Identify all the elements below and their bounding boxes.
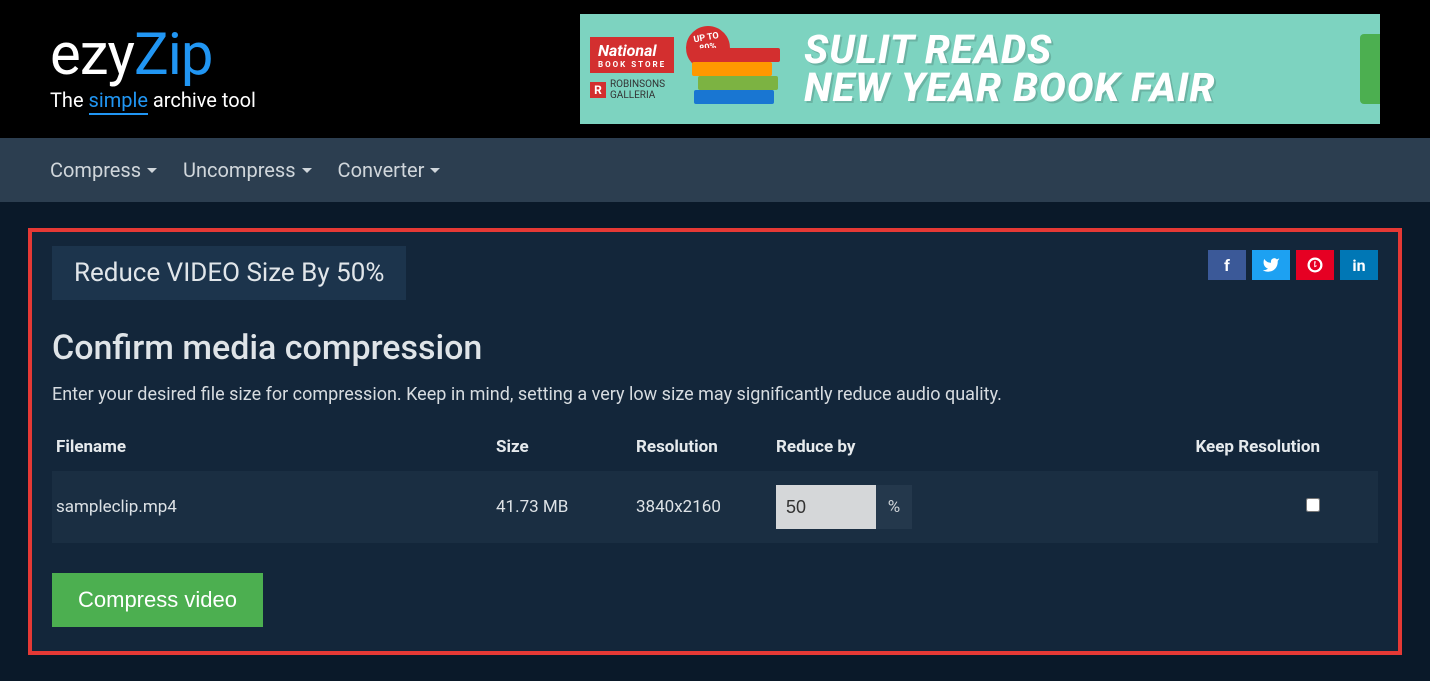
col-header-resolution: Resolution xyxy=(636,437,776,457)
main-content: Reduce VIDEO Size By 50% f in Confirm me… xyxy=(0,202,1430,681)
col-header-keep-resolution: Keep Resolution xyxy=(1176,437,1374,457)
ad-books-graphic: UP TO 80% OFF xyxy=(694,34,784,104)
ad-badge-robinsons-sub: GALLERIA xyxy=(610,90,655,101)
ad-title: SULIT READS NEW YEAR BOOK FAIR xyxy=(804,31,1215,107)
linkedin-icon: in xyxy=(1352,256,1365,275)
reduce-unit-label: % xyxy=(876,485,912,529)
tagline-highlight: simple xyxy=(89,88,148,115)
book-icon xyxy=(692,62,772,76)
cell-filename: sampleclip.mp4 xyxy=(56,497,496,517)
cell-keep-resolution xyxy=(1176,497,1374,517)
twitter-icon xyxy=(1262,256,1280,274)
logo-suffix: Zip xyxy=(134,21,212,89)
page-title: Confirm media compression xyxy=(52,328,1378,368)
shop-tag-icon xyxy=(1360,34,1380,104)
logo-text: ezyZip xyxy=(50,26,256,84)
col-header-filename: Filename xyxy=(56,437,496,457)
chevron-down-icon xyxy=(302,168,312,173)
ad-badge-national: National BOOK STORE xyxy=(590,37,674,73)
book-icon xyxy=(694,90,774,104)
chevron-down-icon xyxy=(430,168,440,173)
compress-video-button[interactable]: Compress video xyxy=(52,573,263,627)
facebook-icon: f xyxy=(1224,256,1230,275)
top-header: ezyZip The simple archive tool National … xyxy=(0,0,1430,138)
keep-resolution-checkbox[interactable] xyxy=(1306,498,1320,512)
share-linkedin-button[interactable]: in xyxy=(1340,250,1378,280)
nav-item-label: Converter xyxy=(338,158,425,182)
ad-badges: National BOOK STORE R ROBINSONS GALLERIA xyxy=(590,37,674,101)
nav-item-converter[interactable]: Converter xyxy=(338,158,441,182)
ad-badge-robinsons-text: ROBINSONS xyxy=(610,79,665,90)
logo-prefix: ezy xyxy=(50,21,134,89)
cell-resolution: 3840x2160 xyxy=(636,497,776,517)
cell-reduce-by: % xyxy=(776,485,1176,529)
col-header-size: Size xyxy=(496,437,636,457)
ad-banner[interactable]: National BOOK STORE R ROBINSONS GALLERIA… xyxy=(580,14,1380,124)
col-header-reduce-by: Reduce by xyxy=(776,437,1176,457)
tab-reduce-video[interactable]: Reduce VIDEO Size By 50% xyxy=(52,246,406,300)
pinterest-icon xyxy=(1306,256,1324,274)
share-pinterest-button[interactable] xyxy=(1296,250,1334,280)
ad-badge-national-sub: BOOK STORE xyxy=(598,60,666,69)
table-row: sampleclip.mp4 41.73 MB 3840x2160 % xyxy=(52,471,1378,543)
tagline-before: The xyxy=(50,88,89,112)
chevron-down-icon xyxy=(147,168,157,173)
nav-item-uncompress[interactable]: Uncompress xyxy=(183,158,312,182)
nav-item-label: Uncompress xyxy=(183,158,296,182)
robinsons-icon: R xyxy=(590,82,606,98)
nav-item-compress[interactable]: Compress xyxy=(50,158,157,182)
nav-bar: Compress Uncompress Converter xyxy=(0,138,1430,202)
ad-badge-national-text: National xyxy=(598,41,656,60)
file-table: Filename Size Resolution Reduce by Keep … xyxy=(52,429,1378,543)
share-twitter-button[interactable] xyxy=(1252,250,1290,280)
table-header-row: Filename Size Resolution Reduce by Keep … xyxy=(52,429,1378,465)
nav-item-label: Compress xyxy=(50,158,141,182)
social-share-row: f in xyxy=(1208,246,1378,280)
logo[interactable]: ezyZip The simple archive tool xyxy=(50,26,256,112)
book-icon xyxy=(698,76,778,90)
compression-panel: Reduce VIDEO Size By 50% f in Confirm me… xyxy=(28,228,1402,655)
ad-badge-robinsons: R ROBINSONS GALLERIA xyxy=(590,79,674,101)
book-icon xyxy=(700,48,780,62)
tagline-after: archive tool xyxy=(148,88,256,112)
reduce-by-input[interactable] xyxy=(776,485,876,529)
cell-size: 41.73 MB xyxy=(496,497,636,517)
share-facebook-button[interactable]: f xyxy=(1208,250,1246,280)
ad-title-line2: NEW YEAR BOOK FAIR xyxy=(804,69,1215,107)
logo-tagline: The simple archive tool xyxy=(50,88,256,112)
page-description: Enter your desired file size for compres… xyxy=(52,384,1378,405)
